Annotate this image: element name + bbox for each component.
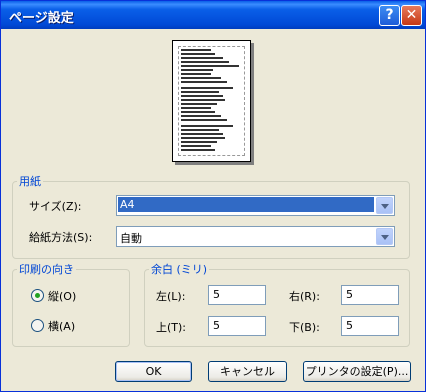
preview-text-line <box>181 95 223 97</box>
preview-text-line <box>181 103 217 105</box>
page-preview <box>172 40 251 162</box>
preview-text-line <box>181 65 239 67</box>
preview-text-line <box>181 99 225 101</box>
preview-text-line <box>181 129 219 131</box>
landscape-label[interactable]: 横(A) <box>48 318 75 334</box>
preview-text-line <box>181 91 219 93</box>
left-margin-label: 左(L): <box>156 290 186 303</box>
close-button[interactable]: ✕ <box>401 5 422 26</box>
preview-text-line <box>181 149 215 151</box>
preview-text-line <box>181 77 221 79</box>
bottom-margin-label: 下(B): <box>289 321 320 334</box>
preview-text-line <box>181 133 223 135</box>
preview-text-line <box>181 81 227 83</box>
window-title: ページ設定 <box>9 11 74 26</box>
paper-legend: 用紙 <box>19 175 41 188</box>
chevron-down-icon[interactable] <box>376 228 393 245</box>
preview-text-line <box>181 119 227 121</box>
size-label: サイズ(Z): <box>29 200 82 213</box>
preview-text-line <box>181 49 211 51</box>
preview-text-line <box>181 145 211 147</box>
top-margin-label: 上(T): <box>156 321 187 334</box>
page-setup-dialog: ページ設定 ? ✕ 用紙 サイズ(Z): A4 給紙方法(S): 自動 印刷の向… <box>0 0 426 392</box>
portrait-radio[interactable] <box>31 289 44 302</box>
source-select[interactable]: 自動 <box>116 226 395 247</box>
preview-text-line <box>181 53 215 55</box>
preview-text-line <box>181 137 225 139</box>
landscape-radio[interactable] <box>31 319 44 332</box>
right-margin-input[interactable]: 5 <box>341 285 399 305</box>
chevron-down-icon[interactable] <box>376 197 393 214</box>
orientation-legend: 印刷の向き <box>19 263 74 276</box>
preview-text-line <box>181 111 215 113</box>
left-margin-input[interactable]: 5 <box>208 285 266 305</box>
portrait-label[interactable]: 縦(O) <box>48 288 76 304</box>
preview-text-line <box>181 87 233 89</box>
ok-button[interactable]: OK <box>115 361 192 382</box>
help-button[interactable]: ? <box>379 5 400 26</box>
orientation-group: 印刷の向き <box>12 261 130 347</box>
preview-text-line <box>181 107 211 109</box>
source-value: 自動 <box>120 232 142 245</box>
preview-text-line <box>181 141 217 143</box>
right-margin-label: 右(R): <box>289 290 320 303</box>
preview-text-line <box>181 61 229 63</box>
source-label: 給紙方法(S): <box>29 231 93 244</box>
title-bar[interactable]: ページ設定 ? ✕ <box>1 1 425 29</box>
top-margin-input[interactable]: 5 <box>208 316 266 336</box>
preview-text-line <box>181 69 213 71</box>
preview-text-line <box>181 115 221 117</box>
preview-text-line <box>181 57 223 59</box>
preview-text-line <box>181 125 233 127</box>
bottom-margin-input[interactable]: 5 <box>341 316 399 336</box>
preview-text-line <box>181 73 211 75</box>
cancel-button[interactable]: キャンセル <box>208 361 287 382</box>
size-select[interactable]: A4 <box>116 195 395 216</box>
printer-settings-button[interactable]: プリンタの設定(P)... <box>303 361 411 382</box>
margins-legend: 余白 (ミリ) <box>151 263 208 276</box>
size-value: A4 <box>118 197 374 212</box>
